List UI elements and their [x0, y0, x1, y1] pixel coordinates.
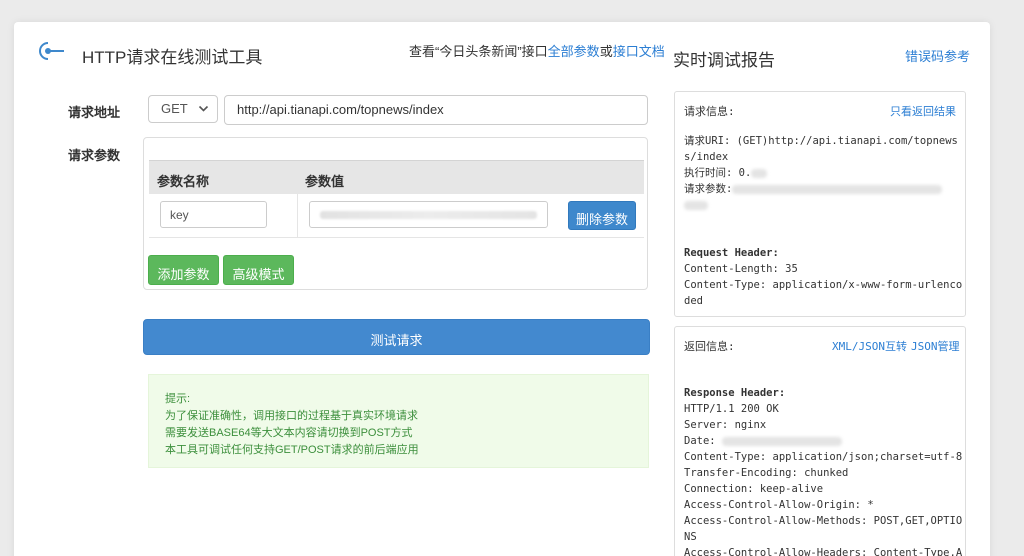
response-header-line: Access-Control-Allow-Methods: POST,GET,O…	[684, 515, 963, 527]
url-input[interactable]: http://api.tianapi.com/topnews/index	[224, 95, 648, 125]
method-select[interactable]: GET	[148, 95, 218, 123]
app-title: HTTP请求在线测试工具	[82, 48, 263, 67]
request-params-text: 请求参数:	[684, 183, 733, 195]
method-value: GET	[161, 101, 188, 116]
request-info-panel: 请求信息: 只看返回结果 请求URI: (GET)http://api.tian…	[674, 91, 966, 317]
redacted-value	[721, 436, 842, 446]
redacted-value	[684, 200, 708, 210]
response-header-line: Content-Type: application/json;charset=u…	[684, 451, 963, 463]
report-title: 实时调试报告	[673, 51, 775, 70]
response-info-panel: 返回信息: XML/JSON互转 JSON管理 Response Header:…	[674, 326, 966, 556]
request-uri-line: s/index	[684, 151, 729, 163]
content-type-line: Content-Type: application/x-www-form-url…	[684, 279, 963, 291]
param-name-header: 参数名称	[157, 174, 210, 189]
url-label: 请求地址	[68, 105, 121, 120]
param-value-input[interactable]	[309, 201, 548, 228]
advanced-mode-button[interactable]: 高级模式	[223, 255, 294, 285]
response-info-title: 返回信息:	[684, 340, 735, 353]
delete-param-button[interactable]: 删除参数	[568, 201, 636, 230]
tips-line: 为了保证准确性，调用接口的过程基于真实环境请求	[165, 410, 418, 422]
request-params-line	[684, 197, 708, 213]
response-header-line: HTTP/1.1 200 OK	[684, 403, 779, 415]
test-request-button[interactable]: 测试请求	[143, 319, 650, 355]
content-type-line: ded	[684, 295, 703, 307]
redacted-value	[320, 211, 537, 219]
request-info-title: 请求信息:	[684, 105, 735, 118]
redacted-value	[751, 168, 768, 178]
content-length-line: Content-Length: 35	[684, 263, 798, 275]
response-header-line: Date:	[684, 433, 842, 449]
response-header-line: Access-Control-Allow-Headers: Content-Ty…	[684, 547, 963, 556]
or-text: 或	[599, 44, 613, 59]
only-response-link[interactable]: 只看返回结果	[890, 103, 956, 119]
all-params-link[interactable]: 全部参数	[548, 44, 600, 59]
tips-line: 本工具可调试任何支持GET/POST请求的前后端应用	[165, 444, 419, 456]
api-doc-link[interactable]: 接口文档	[613, 44, 665, 59]
response-header-line: Server: nginx	[684, 419, 767, 431]
json-manage-link[interactable]: JSON管理	[911, 338, 960, 354]
logo-icon	[39, 42, 64, 60]
tips-box: 提示: 为了保证准确性，调用接口的过程基于真实环境请求 需要发送BASE64等大…	[148, 374, 649, 468]
exec-time-text: 执行时间: 0.	[684, 167, 752, 179]
params-label: 请求参数	[68, 148, 121, 163]
response-header-title: Response Header:	[684, 387, 786, 399]
response-header-line: Access-Control-Allow-Origin: *	[684, 499, 874, 511]
redacted-value	[732, 184, 943, 194]
error-code-link[interactable]: 错误码参考	[905, 46, 970, 65]
param-key-input[interactable]: key	[160, 201, 267, 228]
response-header-line: NS	[684, 531, 697, 543]
chevron-down-icon	[198, 105, 209, 112]
tips-line: 需要发送BASE64等大文本内容请切换到POST方式	[165, 427, 413, 439]
params-table-header: 参数名称 参数值	[149, 160, 644, 194]
exec-time-line: 执行时间: 0.	[684, 165, 768, 181]
response-header-line: Transfer-Encoding: chunked	[684, 467, 849, 479]
add-param-button[interactable]: 添加参数	[148, 255, 219, 285]
doc-links: 查看“今日头条新闻”接口全部参数或接口文档	[409, 41, 665, 60]
response-header-line: Connection: keep-alive	[684, 483, 824, 495]
tips-title: 提示:	[165, 393, 191, 405]
param-value-header: 参数值	[305, 174, 345, 189]
request-header-title: Request Header:	[684, 247, 779, 259]
request-uri-line: 请求URI: (GET)http://api.tianapi.com/topne…	[684, 135, 958, 147]
xml-json-convert-link[interactable]: XML/JSON互转	[832, 338, 907, 354]
column-divider	[297, 194, 298, 238]
date-label: Date:	[684, 435, 722, 447]
doc-prefix: 查看“今日头条新闻”接口	[409, 44, 548, 59]
request-params-line: 请求参数:	[684, 181, 943, 197]
